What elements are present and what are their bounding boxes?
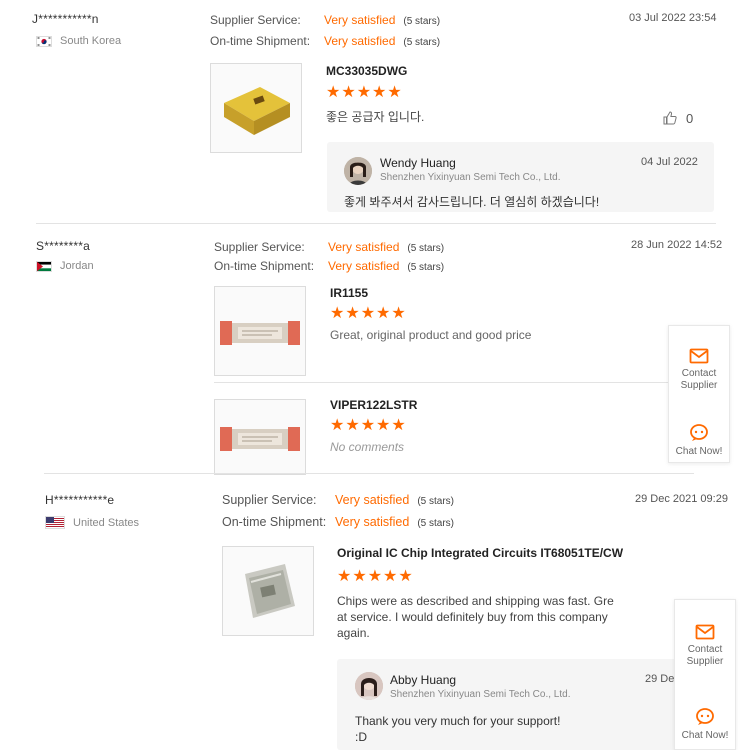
country-label: South Korea xyxy=(60,35,122,47)
ontime-shipment-stars: (5 stars) xyxy=(403,37,441,48)
supplier-service-label: Supplier Service: xyxy=(214,240,305,254)
reviewer-name: J***********n xyxy=(32,12,99,26)
product-rating-stars: ★★★★★ xyxy=(337,568,414,585)
contact-supplier-label: Contact Supplier xyxy=(686,644,724,667)
like-count: 0 xyxy=(686,110,694,126)
ontime-shipment-stars: (5 stars) xyxy=(417,518,455,529)
ontime-shipment-label: On-time Shipment: xyxy=(214,259,315,273)
reviewer-country: United States xyxy=(45,516,139,529)
ontime-shipment-row: On-time Shipment: Very satisfied (5 star… xyxy=(210,34,440,48)
south-korea-flag-icon xyxy=(36,35,52,47)
product-thumbnail[interactable] xyxy=(210,63,302,153)
supplier-service-value: Very satisfied xyxy=(324,13,396,27)
review-divider xyxy=(36,223,716,224)
reply-company: Shenzhen Yixinyuan Semi Tech Co., Ltd. xyxy=(390,689,571,700)
supplier-service-label: Supplier Service: xyxy=(210,13,301,27)
supplier-service-row: Supplier Service: Very satisfied (5 star… xyxy=(222,493,454,507)
ontime-shipment-row: On-time Shipment: Very satisfied (5 star… xyxy=(214,259,444,273)
product-rating-stars: ★★★★★ xyxy=(326,84,403,101)
contact-supplier-label: Contact Supplier xyxy=(680,368,718,391)
floating-contact-widget: Contact Supplier Chat Now! xyxy=(674,599,736,750)
chat-now-button[interactable]: Chat Now! xyxy=(675,708,735,742)
thumbs-up-icon xyxy=(663,111,677,125)
country-label: Jordan xyxy=(60,260,94,272)
product-name[interactable]: IR1155 xyxy=(330,286,368,300)
product-thumbnail[interactable] xyxy=(214,286,306,376)
ontime-shipment-row: On-time Shipment: Very satisfied (5 star… xyxy=(222,515,454,529)
supplier-service-stars: (5 stars) xyxy=(417,496,455,507)
ontime-shipment-stars: (5 stars) xyxy=(407,262,445,273)
chat-now-label: Chat Now! xyxy=(681,730,729,741)
jordan-flag-icon xyxy=(36,260,52,272)
united-states-flag-icon xyxy=(45,516,65,529)
review-divider xyxy=(44,473,694,474)
supplier-service-value: Very satisfied xyxy=(328,240,400,254)
reply-company: Shenzhen Yixinyuan Semi Tech Co., Ltd. xyxy=(380,172,561,183)
reviewer-country: Jordan xyxy=(36,260,94,272)
reply-author: Abby Huang xyxy=(390,673,457,687)
tape-reel-image xyxy=(220,427,300,451)
supplier-service-label: Supplier Service: xyxy=(222,493,317,507)
contact-supplier-button[interactable]: Contact Supplier xyxy=(669,348,729,392)
review-comment: 좋은 공급자 입니다. xyxy=(326,110,425,124)
supplier-service-stars: (5 stars) xyxy=(407,243,445,254)
product-thumbnail[interactable] xyxy=(222,546,314,636)
reviewer-name: S********a xyxy=(36,239,91,253)
product-name[interactable]: MC33035DWG xyxy=(326,64,407,78)
review-comment: Chips were as described and shipping was… xyxy=(337,594,614,640)
chat-now-button[interactable]: Chat Now! xyxy=(669,424,729,458)
supplier-service-value: Very satisfied xyxy=(335,493,410,507)
contact-supplier-button[interactable]: Contact Supplier xyxy=(675,624,735,668)
review-date: 03 Jul 2022 23:54 xyxy=(629,12,717,24)
chat-bubble-icon xyxy=(690,424,708,441)
ontime-shipment-value: Very satisfied xyxy=(324,34,396,48)
mail-icon xyxy=(689,348,709,364)
product-name[interactable]: VIPER122LSTR xyxy=(330,398,417,412)
chat-bubble-icon xyxy=(696,708,714,725)
reviewer-country: South Korea xyxy=(36,35,121,47)
supplier-service-row: Supplier Service: Very satisfied (5 star… xyxy=(210,13,440,27)
review-date: 29 Dec 2021 09:29 xyxy=(635,493,728,505)
supplier-reply: Abby Huang Shenzhen Yixinyuan Semi Tech … xyxy=(337,659,680,750)
review-card: H***********e United States Supplier Ser… xyxy=(0,475,750,750)
ontime-shipment-label: On-time Shipment: xyxy=(210,34,311,48)
reply-author: Wendy Huang xyxy=(380,156,456,170)
reply-text: Thank you very much for your support! :D xyxy=(355,714,561,744)
mail-icon xyxy=(695,624,715,640)
review-comment: Great, original product and good price xyxy=(330,328,532,342)
chat-now-label: Chat Now! xyxy=(675,446,723,457)
review-comment: No comments xyxy=(330,440,405,454)
supplier-service-row: Supplier Service: Very satisfied (5 star… xyxy=(214,240,444,254)
chip-bag-image xyxy=(245,564,295,618)
gold-box-image xyxy=(224,87,290,135)
reviewer-name: H***********e xyxy=(45,493,115,507)
review-card: J***********n South Korea Supplier Servi… xyxy=(0,0,750,225)
reply-date: 04 Jul 2022 xyxy=(641,156,698,168)
review-card: S********a Jordan Supplier Service: Very… xyxy=(0,225,750,475)
country-label: United States xyxy=(73,516,140,529)
floating-contact-widget: Contact Supplier Chat Now! xyxy=(668,325,730,463)
review-date: 28 Jun 2022 14:52 xyxy=(631,239,723,251)
product-rating-stars: ★★★★★ xyxy=(330,417,407,434)
avatar xyxy=(344,157,372,185)
like-button[interactable]: 0 xyxy=(662,110,693,126)
product-thumbnail[interactable] xyxy=(214,399,306,475)
ontime-shipment-value: Very satisfied xyxy=(335,515,410,529)
avatar xyxy=(355,672,383,700)
ontime-shipment-value: Very satisfied xyxy=(328,259,400,273)
product-name[interactable]: Original IC Chip Integrated Circuits IT6… xyxy=(337,546,623,560)
tape-reel-image xyxy=(220,321,300,345)
product-divider xyxy=(214,382,670,383)
ontime-shipment-label: On-time Shipment: xyxy=(222,515,327,529)
supplier-reply: Wendy Huang Shenzhen Yixinyuan Semi Tech… xyxy=(327,142,714,212)
supplier-service-stars: (5 stars) xyxy=(403,16,441,27)
product-rating-stars: ★★★★★ xyxy=(330,305,407,322)
reply-text: 좋게 봐주셔서 감사드립니다. 더 열심히 하겠습니다! xyxy=(344,195,600,209)
